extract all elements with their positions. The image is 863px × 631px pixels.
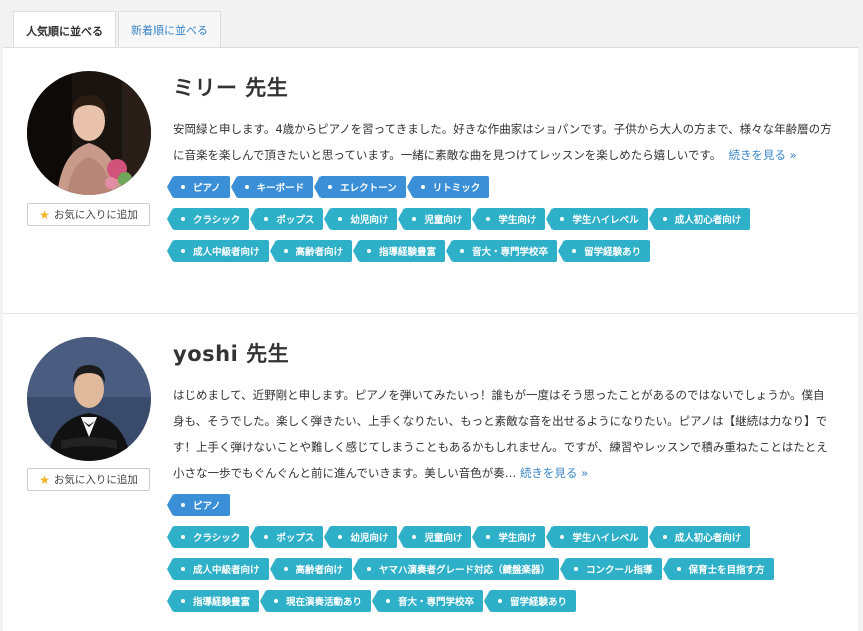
tag-feature[interactable]: 現在演奏活動あり <box>260 590 372 612</box>
tag-feature[interactable]: 児童向け <box>398 526 472 548</box>
read-more-link[interactable]: 続きを見る » <box>729 148 797 162</box>
tag-feature[interactable]: 指導経験豊富 <box>166 590 260 612</box>
teacher-photo <box>27 337 151 461</box>
tag-instrument[interactable]: リトミック <box>406 176 490 198</box>
tag-instrument[interactable]: キーボード <box>230 176 314 198</box>
teacher-name[interactable]: ミリー 先生 <box>173 72 833 102</box>
teacher-card: ★ お気に入りに追加 ミリー 先生 安岡緑と申します。4歳からピアノを習ってきま… <box>3 48 858 314</box>
tag-feature[interactable]: コンクール指導 <box>560 558 662 580</box>
tag-feature[interactable]: ポップス <box>250 208 324 230</box>
add-favorite-button[interactable]: ★ お気に入りに追加 <box>27 203 150 226</box>
teacher-bio: はじめまして、近野剛と申します。ピアノを弾いてみたいっ！誰もが一度はそう思ったこ… <box>173 382 833 486</box>
tag-row: 成人中級者向け 高齢者向け ヤマハ演奏者グレード対応（鍵盤楽器） コンクール指導… <box>167 558 833 580</box>
tag-feature[interactable]: 成人初心者向け <box>648 208 751 230</box>
tag-feature[interactable]: 学生向け <box>472 208 546 230</box>
tag-instrument[interactable]: ピアノ <box>167 494 230 516</box>
read-more-link[interactable]: 続きを見る » <box>520 466 588 480</box>
teacher-bio: 安岡緑と申します。4歳からピアノを習ってきました。好きな作曲家はショパンです。子… <box>173 116 833 168</box>
tag-feature[interactable]: 音大・専門学校卒 <box>372 590 484 612</box>
tag-feature[interactable]: 留学経験あり <box>558 240 651 262</box>
tab-popular[interactable]: 人気順に並べる <box>13 11 116 49</box>
teacher-card: ★ お気に入りに追加 yoshi 先生 はじめまして、近野剛と申します。ピアノを… <box>3 314 858 631</box>
tag-feature[interactable]: 高齢者向け <box>269 558 353 580</box>
teacher-name[interactable]: yoshi 先生 <box>173 338 833 368</box>
add-favorite-label: お気に入りに追加 <box>53 209 138 221</box>
sort-tabs: 人気順に並べる 新着順に並べる <box>13 11 221 49</box>
add-favorite-label: お気に入りに追加 <box>53 474 138 486</box>
tag-feature[interactable]: クラシック <box>166 208 250 230</box>
teacher-content: yoshi 先生 はじめまして、近野剛と申します。ピアノを弾いてみたいっ！誰もが… <box>166 338 833 622</box>
tag-feature[interactable]: 高齢者向け <box>269 240 353 262</box>
tag-row: 指導経験豊富 現在演奏活動あり 音大・専門学校卒 留学経験あり <box>166 590 833 612</box>
teacher-content: ミリー 先生 安岡緑と申します。4歳からピアノを習ってきました。好きな作曲家はシ… <box>166 72 833 272</box>
tag-feature[interactable]: 成人初心者向け <box>648 526 751 548</box>
tag-feature[interactable]: 音大・専門学校卒 <box>446 240 558 262</box>
tag-row: 成人中級者向け 高齢者向け 指導経験豊富 音大・専門学校卒 留学経験あり <box>167 240 833 262</box>
avatar[interactable] <box>27 71 151 195</box>
tag-row: クラシック ポップス 幼児向け 児童向け 学生向け 学生ハイレベル 成人初心者向… <box>166 208 833 230</box>
star-icon: ★ <box>39 207 50 222</box>
tag-feature[interactable]: ヤマハ演奏者グレード対応（鍵盤楽器） <box>353 558 560 580</box>
tag-feature[interactable]: 成人中級者向け <box>167 240 269 262</box>
tag-instrument[interactable]: エレクトーン <box>314 176 406 198</box>
tag-feature[interactable]: 学生ハイレベル <box>546 208 648 230</box>
tag-feature[interactable]: 学生向け <box>472 526 546 548</box>
tag-feature[interactable]: 幼児向け <box>324 208 398 230</box>
avatar[interactable] <box>27 337 151 461</box>
tag-feature[interactable]: 留学経験あり <box>484 590 577 612</box>
bio-text: はじめまして、近野剛と申します。ピアノを弾いてみたいっ！誰もが一度はそう思ったこ… <box>173 388 828 480</box>
tag-instrument[interactable]: ピアノ <box>167 176 230 198</box>
tag-feature[interactable]: ポップス <box>250 526 324 548</box>
tag-feature[interactable]: 児童向け <box>398 208 472 230</box>
tag-feature[interactable]: 保育士を目指す方 <box>662 558 774 580</box>
tag-feature[interactable]: 指導経験豊富 <box>353 240 446 262</box>
tag-row: ピアノ キーボード エレクトーン リトミック <box>167 176 833 198</box>
tag-feature[interactable]: 幼児向け <box>324 526 398 548</box>
tag-feature[interactable]: 成人中級者向け <box>167 558 269 580</box>
star-icon: ★ <box>39 472 50 487</box>
add-favorite-button[interactable]: ★ お気に入りに追加 <box>27 468 150 491</box>
teacher-photo <box>27 71 151 195</box>
teacher-list: ★ お気に入りに追加 ミリー 先生 安岡緑と申します。4歳からピアノを習ってきま… <box>3 47 858 631</box>
tag-row: クラシック ポップス 幼児向け 児童向け 学生向け 学生ハイレベル 成人初心者向… <box>166 526 833 548</box>
tag-row: ピアノ <box>167 494 833 516</box>
tag-feature[interactable]: 学生ハイレベル <box>546 526 648 548</box>
tag-feature[interactable]: クラシック <box>166 526 250 548</box>
tag-list: ピアノ クラシック ポップス 幼児向け 児童向け 学生向け 学生ハイレベル 成人… <box>166 494 833 612</box>
tag-list: ピアノ キーボード エレクトーン リトミック クラシック ポップス 幼児向け 児… <box>166 176 833 262</box>
tab-newest[interactable]: 新着順に並べる <box>118 11 221 48</box>
